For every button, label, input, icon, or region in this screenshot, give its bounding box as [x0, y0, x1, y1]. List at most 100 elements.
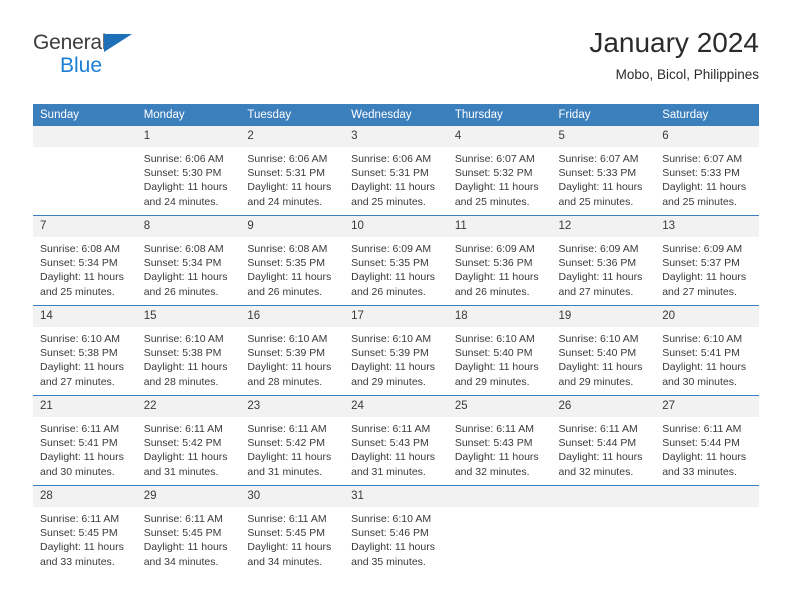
daylight-text-line2: and 28 minutes. — [143, 375, 219, 388]
sunrise-text: Sunrise: 6:11 AM — [454, 423, 534, 435]
day-details: Sunrise: 6:10 AM Sunset: 5:41 PM Dayligh… — [655, 327, 759, 389]
day-cell[interactable]: 6 Sunrise: 6:07 AM Sunset: 5:33 PM Dayli… — [655, 126, 759, 216]
day-number: 12 — [551, 216, 656, 237]
day-cell[interactable]: 8 Sunrise: 6:08 AM Sunset: 5:34 PM Dayli… — [136, 215, 241, 306]
daylight-text-line1: Daylight: 11 hours — [351, 181, 435, 194]
day-cell[interactable]: 23 Sunrise: 6:11 AM Sunset: 5:42 PM Dayl… — [240, 395, 345, 486]
daylight-text-line2: and 25 minutes. — [454, 195, 530, 208]
sunset-text: Sunset: 5:33 PM — [662, 167, 740, 180]
daylight-text-line1: Daylight: 11 hours — [351, 271, 435, 284]
day-cell[interactable]: 17 Sunrise: 6:10 AM Sunset: 5:39 PM Dayl… — [344, 305, 448, 396]
daylight-text-line1: Daylight: 11 hours — [247, 541, 332, 554]
sunset-text: Sunset: 5:39 PM — [351, 347, 429, 360]
calendar-header-row: Sunday Monday Tuesday Wednesday Thursday… — [33, 104, 759, 126]
day-cell[interactable]: 19 Sunrise: 6:10 AM Sunset: 5:40 PM Dayl… — [551, 305, 656, 396]
page-header: General Blue January 2024 Mobo, Bicol, P… — [33, 26, 759, 98]
day-cell[interactable]: 10 Sunrise: 6:09 AM Sunset: 5:35 PM Dayl… — [344, 215, 448, 306]
daylight-text-line2: and 34 minutes. — [143, 555, 219, 568]
day-cell[interactable]: 29 Sunrise: 6:11 AM Sunset: 5:45 PM Dayl… — [136, 485, 241, 575]
day-cell[interactable]: 13 Sunrise: 6:09 AM Sunset: 5:37 PM Dayl… — [655, 215, 759, 306]
sunrise-text: Sunrise: 6:10 AM — [143, 333, 224, 345]
day-cell[interactable]: 25 Sunrise: 6:11 AM Sunset: 5:43 PM Dayl… — [447, 395, 552, 486]
sunset-text: Sunset: 5:45 PM — [40, 527, 118, 540]
sunrise-text: Sunrise: 6:09 AM — [351, 243, 432, 255]
day-cell[interactable]: 1 Sunrise: 6:06 AM Sunset: 5:30 PM Dayli… — [136, 126, 241, 216]
day-cell[interactable]: 28 Sunrise: 6:11 AM Sunset: 5:45 PM Dayl… — [33, 485, 137, 575]
daylight-text-line2: and 26 minutes. — [351, 285, 426, 298]
page-title: January 2024 — [589, 27, 759, 58]
day-details: Sunrise: 6:07 AM Sunset: 5:33 PM Dayligh… — [655, 147, 759, 209]
day-cell[interactable]: 26 Sunrise: 6:11 AM Sunset: 5:44 PM Dayl… — [551, 395, 656, 486]
day-details: Sunrise: 6:07 AM Sunset: 5:32 PM Dayligh… — [448, 147, 552, 209]
day-details: Sunrise: 6:10 AM Sunset: 5:39 PM Dayligh… — [344, 327, 448, 389]
sunrise-text: Sunrise: 6:09 AM — [558, 243, 639, 255]
daylight-text-line1: Daylight: 11 hours — [558, 451, 643, 464]
day-details: Sunrise: 6:10 AM Sunset: 5:38 PM Dayligh… — [33, 327, 137, 389]
day-number: 3 — [344, 126, 448, 147]
day-cell[interactable]: 22 Sunrise: 6:11 AM Sunset: 5:42 PM Dayl… — [136, 395, 241, 486]
weekday-header-saturday: Saturday — [655, 104, 759, 126]
day-number: 28 — [33, 486, 137, 507]
day-number: 15 — [136, 306, 241, 327]
day-details: Sunrise: 6:08 AM Sunset: 5:35 PM Dayligh… — [240, 237, 344, 299]
sunset-text: Sunset: 5:43 PM — [351, 437, 429, 450]
daylight-text-line1: Daylight: 11 hours — [143, 271, 228, 284]
sunset-text: Sunset: 5:33 PM — [558, 167, 637, 180]
daylight-text-line2: and 26 minutes. — [247, 285, 323, 298]
day-cell[interactable]: 7 Sunrise: 6:08 AM Sunset: 5:34 PM Dayli… — [33, 215, 137, 306]
day-cell[interactable]: 2 Sunrise: 6:06 AM Sunset: 5:31 PM Dayli… — [240, 126, 345, 216]
daylight-text-line1: Daylight: 11 hours — [143, 181, 228, 194]
day-cell[interactable]: 4 Sunrise: 6:07 AM Sunset: 5:32 PM Dayli… — [447, 126, 552, 216]
daylight-text-line1: Daylight: 11 hours — [558, 271, 643, 284]
day-cell[interactable]: 30 Sunrise: 6:11 AM Sunset: 5:45 PM Dayl… — [240, 485, 345, 575]
day-cell[interactable]: 20 Sunrise: 6:10 AM Sunset: 5:41 PM Dayl… — [655, 305, 759, 396]
daylight-text-line2: and 28 minutes. — [247, 375, 323, 388]
day-details: Sunrise: 6:08 AM Sunset: 5:34 PM Dayligh… — [137, 237, 241, 299]
day-cell[interactable]: 11 Sunrise: 6:09 AM Sunset: 5:36 PM Dayl… — [447, 215, 552, 306]
sunrise-text: Sunrise: 6:07 AM — [454, 153, 535, 165]
sunrise-text: Sunrise: 6:08 AM — [247, 243, 328, 255]
calendar-grid: Sunday Monday Tuesday Wednesday Thursday… — [33, 104, 759, 575]
daylight-text-line2: and 34 minutes. — [247, 555, 323, 568]
day-cell[interactable]: 21 Sunrise: 6:11 AM Sunset: 5:41 PM Dayl… — [33, 395, 137, 486]
sunset-text: Sunset: 5:30 PM — [143, 167, 222, 180]
day-cell[interactable]: 31 Sunrise: 6:10 AM Sunset: 5:46 PM Dayl… — [344, 485, 448, 575]
logo-text-general: General — [33, 32, 233, 54]
daylight-text-line2: and 25 minutes. — [558, 195, 634, 208]
day-cell[interactable]: 14 Sunrise: 6:10 AM Sunset: 5:38 PM Dayl… — [33, 305, 137, 396]
day-cell[interactable]: 12 Sunrise: 6:09 AM Sunset: 5:36 PM Dayl… — [551, 215, 656, 306]
daylight-text-line2: and 31 minutes. — [247, 465, 323, 478]
day-number: 21 — [33, 396, 137, 417]
sunset-text: Sunset: 5:45 PM — [247, 527, 326, 540]
calendar-body: 1 Sunrise: 6:06 AM Sunset: 5:30 PM Dayli… — [33, 126, 759, 575]
day-number: 17 — [344, 306, 448, 327]
sunset-text: Sunset: 5:39 PM — [247, 347, 326, 360]
day-cell[interactable]: 27 Sunrise: 6:11 AM Sunset: 5:44 PM Dayl… — [655, 395, 759, 486]
daylight-text-line2: and 31 minutes. — [143, 465, 219, 478]
day-cell[interactable]: 5 Sunrise: 6:07 AM Sunset: 5:33 PM Dayli… — [551, 126, 656, 216]
sunset-text: Sunset: 5:38 PM — [40, 347, 118, 360]
day-cell[interactable]: 18 Sunrise: 6:10 AM Sunset: 5:40 PM Dayl… — [447, 305, 552, 396]
day-cell[interactable]: 3 Sunrise: 6:06 AM Sunset: 5:31 PM Dayli… — [344, 126, 448, 216]
weekday-header-friday: Friday — [551, 104, 656, 126]
sunrise-text: Sunrise: 6:10 AM — [558, 333, 639, 345]
daylight-text-line1: Daylight: 11 hours — [143, 541, 228, 554]
day-details: Sunrise: 6:08 AM Sunset: 5:34 PM Dayligh… — [33, 237, 137, 299]
sunset-text: Sunset: 5:40 PM — [454, 347, 533, 360]
day-cell — [33, 126, 137, 216]
daylight-text-line2: and 27 minutes. — [558, 285, 634, 298]
day-details: Sunrise: 6:10 AM Sunset: 5:39 PM Dayligh… — [240, 327, 344, 389]
day-number: 30 — [240, 486, 345, 507]
daylight-text-line2: and 26 minutes. — [143, 285, 219, 298]
sunrise-text: Sunrise: 6:07 AM — [558, 153, 639, 165]
day-cell[interactable]: 16 Sunrise: 6:10 AM Sunset: 5:39 PM Dayl… — [240, 305, 345, 396]
day-cell[interactable]: 9 Sunrise: 6:08 AM Sunset: 5:35 PM Dayli… — [240, 215, 345, 306]
sunrise-text: Sunrise: 6:09 AM — [662, 243, 743, 255]
day-cell[interactable]: 24 Sunrise: 6:11 AM Sunset: 5:43 PM Dayl… — [344, 395, 448, 486]
day-number: 6 — [655, 126, 759, 147]
day-cell[interactable]: 15 Sunrise: 6:10 AM Sunset: 5:38 PM Dayl… — [136, 305, 241, 396]
sunrise-text: Sunrise: 6:08 AM — [143, 243, 224, 255]
sunrise-text: Sunrise: 6:11 AM — [662, 423, 742, 435]
sunset-text: Sunset: 5:35 PM — [247, 257, 326, 270]
sunset-text: Sunset: 5:45 PM — [143, 527, 222, 540]
